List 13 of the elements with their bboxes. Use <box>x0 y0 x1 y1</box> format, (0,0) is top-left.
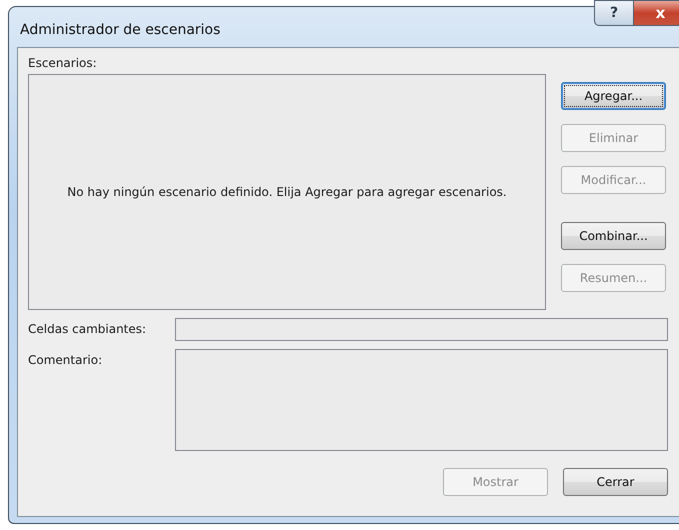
changing-cells-label: Celdas cambiantes: <box>28 321 148 338</box>
help-button[interactable]: ? <box>594 0 634 26</box>
close-button[interactable]: x <box>634 0 679 26</box>
comment-label: Comentario: <box>28 352 104 369</box>
comment-field[interactable] <box>175 349 668 451</box>
dialog-button[interactable]: Cerrar <box>563 468 668 496</box>
changing-cells-field[interactable] <box>175 318 668 341</box>
dialog-button[interactable]: Combinar... <box>561 222 666 250</box>
window-title: Administrador de escenarios <box>20 22 222 38</box>
scenarios-label: Escenarios: <box>28 56 98 70</box>
empty-message: No hay ningún escenario definido. Elija Agregar para agregar escenarios. <box>67 185 507 199</box>
scenarios-list[interactable]: No hay ningún escenario definido. Elija Agregar para agregar escenarios. <box>28 74 546 310</box>
dialog-button[interactable]: Agregar... <box>561 82 666 110</box>
